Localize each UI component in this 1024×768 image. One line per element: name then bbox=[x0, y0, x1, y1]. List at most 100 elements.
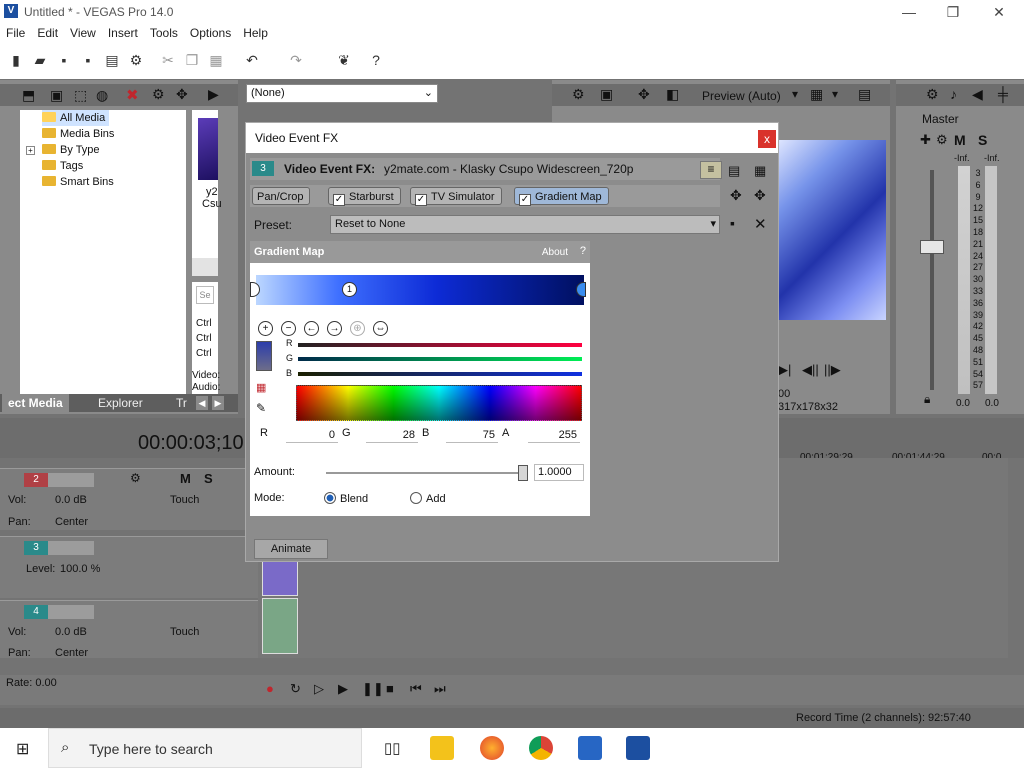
fx-chain-gradient-map[interactable]: ✓ Gradient Map bbox=[514, 187, 609, 206]
explorer-filter-dropdown[interactable]: (None) ⌄ bbox=[246, 84, 438, 103]
gradient-stop-1[interactable]: 1 bbox=[342, 282, 357, 297]
properties-gear-icon[interactable]: ⚙ bbox=[128, 52, 144, 68]
video-event-clip[interactable] bbox=[262, 560, 298, 596]
master-speaker-icon[interactable]: ◀ bbox=[972, 86, 983, 103]
go-to-end-icon[interactable]: ⏭ bbox=[434, 681, 446, 697]
tab-scroll-left-icon[interactable]: ◀ bbox=[196, 396, 208, 410]
preview-quality-chevron-icon[interactable]: ▾ bbox=[792, 87, 798, 101]
track-fx-icon[interactable]: ⚙ bbox=[130, 471, 141, 485]
expand-icon[interactable]: + bbox=[26, 146, 35, 155]
color-spectrum-picker[interactable] bbox=[296, 385, 582, 421]
checkbox-icon[interactable]: ✓ bbox=[519, 194, 531, 206]
automation-mode[interactable]: Touch bbox=[170, 494, 199, 506]
menu-help[interactable]: Help bbox=[237, 24, 274, 40]
master-fx-icon[interactable]: ♪ bbox=[950, 86, 957, 102]
r-value-input[interactable]: 0 bbox=[286, 427, 338, 443]
paste-icon[interactable]: ▦ bbox=[208, 52, 224, 68]
media-thumbnail[interactable] bbox=[198, 118, 218, 180]
whats-this-help-icon[interactable]: ? bbox=[368, 52, 384, 68]
get-media-icon[interactable]: ⬚ bbox=[74, 87, 87, 104]
play-icon[interactable]: ▶ bbox=[338, 681, 348, 697]
remove-media-icon[interactable]: ✖ bbox=[126, 86, 139, 104]
redo-icon[interactable]: ↷ bbox=[288, 52, 304, 68]
prev-frame-icon[interactable]: ▶| bbox=[778, 362, 791, 378]
preview-properties-gear-icon[interactable]: ⚙ bbox=[572, 86, 585, 103]
record-icon[interactable]: ● bbox=[266, 681, 274, 696]
tree-item-media-bins[interactable]: Media Bins bbox=[42, 126, 114, 142]
capture-icon[interactable]: ▣ bbox=[50, 87, 63, 104]
a-value-input[interactable]: 255 bbox=[528, 427, 580, 443]
menu-tools[interactable]: Tools bbox=[144, 24, 184, 40]
about-link[interactable]: About bbox=[542, 247, 568, 258]
reverse-gradient-icon[interactable]: ⇔ bbox=[373, 321, 388, 336]
dialog-close-button[interactable]: x bbox=[758, 130, 776, 148]
external-monitor-icon[interactable]: ◧ bbox=[666, 86, 679, 103]
tab-project-media[interactable]: ect Media bbox=[2, 394, 69, 412]
red-channel-slider[interactable] bbox=[298, 343, 582, 347]
master-fader-handle[interactable] bbox=[920, 240, 944, 254]
tree-item-all-media[interactable]: All Media bbox=[42, 110, 110, 126]
master-pan-icon[interactable]: ✚ bbox=[920, 132, 931, 148]
tab-transitions[interactable]: Tr bbox=[170, 394, 193, 412]
master-mute-button[interactable]: M bbox=[954, 132, 966, 148]
tree-item-by-type[interactable]: + By Type bbox=[26, 142, 100, 158]
maximize-button[interactable]: ❐ bbox=[938, 2, 968, 22]
task-view-icon[interactable]: ▯▯ bbox=[384, 739, 401, 757]
move-stop-right-icon[interactable]: → bbox=[327, 321, 342, 336]
cut-icon[interactable]: ✂ bbox=[160, 52, 176, 68]
import-media-icon[interactable]: ⬒ bbox=[22, 87, 35, 104]
preset-dropdown[interactable]: Reset to None ▾ bbox=[330, 215, 720, 234]
menu-insert[interactable]: Insert bbox=[102, 24, 144, 40]
frame-forward-icon[interactable]: ||▶ bbox=[824, 362, 841, 378]
master-gear-icon[interactable]: ⚙ bbox=[926, 86, 939, 103]
fx-chain-starburst[interactable]: ✓ Starburst bbox=[328, 187, 401, 206]
distribute-stops-icon[interactable]: ⊕ bbox=[350, 321, 365, 336]
b-value-input[interactable]: 75 bbox=[446, 427, 498, 443]
master-solo-button[interactable]: S bbox=[978, 132, 987, 148]
open-icon[interactable]: ▰ bbox=[32, 52, 48, 68]
save-as-icon[interactable]: ▪ bbox=[80, 52, 96, 68]
notepad-icon[interactable] bbox=[578, 736, 602, 760]
checkbox-icon[interactable]: ✓ bbox=[333, 194, 345, 206]
checkbox-icon[interactable]: ✓ bbox=[415, 194, 427, 206]
split-screen-icon[interactable]: ✥ bbox=[638, 86, 650, 103]
tab-scroll-right-icon[interactable]: ▶ bbox=[212, 396, 224, 410]
master-fx-gear-icon[interactable]: ⚙ bbox=[936, 132, 948, 148]
frame-back-icon[interactable]: ◀|| bbox=[802, 362, 819, 378]
lock-icon[interactable]: 🔒︎ bbox=[924, 392, 930, 407]
plugin-manager-icon[interactable]: ❦ bbox=[336, 52, 352, 68]
remove-plugin-icon[interactable]: ✥ bbox=[754, 187, 766, 204]
pause-icon[interactable]: ❚❚ bbox=[362, 681, 384, 697]
amount-slider[interactable] bbox=[326, 472, 522, 474]
play-from-start-icon[interactable]: ▷ bbox=[314, 681, 324, 697]
chain-view-icon[interactable]: ≡ bbox=[700, 161, 722, 179]
mode-add-radio[interactable]: Add bbox=[410, 492, 446, 505]
blue-channel-slider[interactable] bbox=[298, 372, 582, 376]
go-to-start-icon[interactable]: ⏮ bbox=[410, 681, 422, 697]
gradient-stop-end[interactable] bbox=[576, 282, 586, 297]
remove-stop-icon[interactable]: − bbox=[281, 321, 296, 336]
web-icon[interactable]: ◍ bbox=[96, 87, 108, 104]
fx-chain-tv-simulator[interactable]: ✓ TV Simulator bbox=[410, 187, 502, 206]
chrome-icon[interactable] bbox=[529, 736, 553, 760]
green-channel-slider[interactable] bbox=[298, 357, 582, 361]
mixer-icon[interactable]: ╪ bbox=[998, 86, 1008, 102]
gradient-bar[interactable]: 1 bbox=[250, 275, 586, 305]
delete-preset-icon[interactable]: ✕ bbox=[754, 215, 767, 233]
solo-button[interactable]: S bbox=[204, 471, 213, 486]
tree-item-tags[interactable]: Tags bbox=[42, 158, 83, 174]
new-icon[interactable]: ▮ bbox=[8, 52, 24, 68]
menu-view[interactable]: View bbox=[64, 24, 102, 40]
menu-file[interactable]: File bbox=[0, 24, 31, 40]
file-explorer-icon[interactable] bbox=[430, 736, 454, 760]
save-icon[interactable]: ▪ bbox=[56, 52, 72, 68]
copy-snapshot-icon[interactable]: ▤ bbox=[858, 86, 871, 103]
move-stop-left-icon[interactable]: ← bbox=[304, 321, 319, 336]
stop-icon[interactable]: ■ bbox=[386, 681, 394, 696]
grid-view-icon[interactable]: ▦ bbox=[754, 163, 766, 179]
tree-item-smart-bins[interactable]: Smart Bins bbox=[42, 174, 114, 190]
tab-explorer[interactable]: Explorer bbox=[92, 394, 149, 412]
firefox-icon[interactable] bbox=[480, 736, 504, 760]
menu-edit[interactable]: Edit bbox=[31, 24, 64, 40]
plug-in-chain-icon[interactable]: ✥ bbox=[730, 187, 742, 204]
